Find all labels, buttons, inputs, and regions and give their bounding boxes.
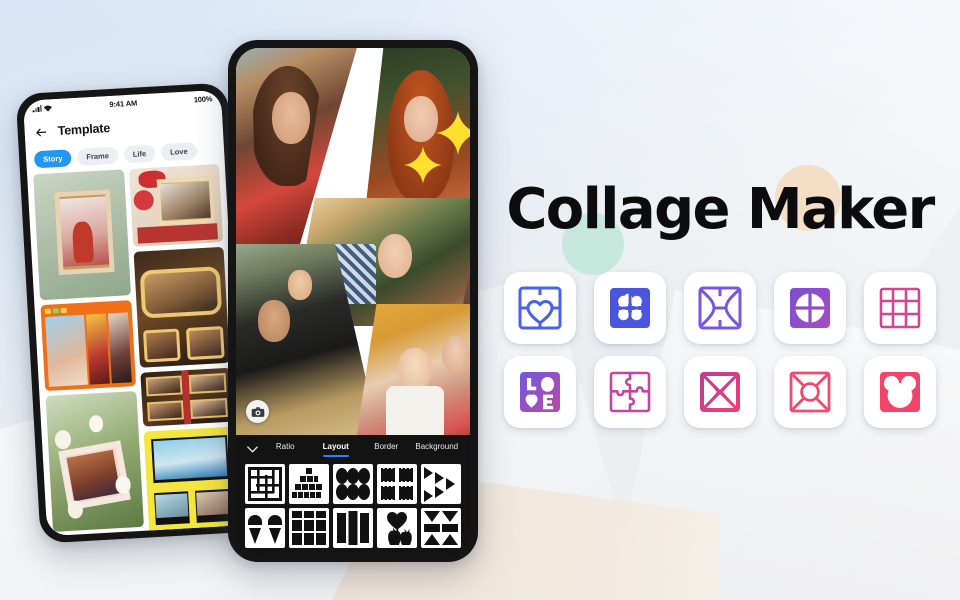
collage-piece-mother-face xyxy=(378,234,412,278)
tile-circle-quad-collage[interactable] xyxy=(774,272,846,344)
collage-canvas[interactable] xyxy=(236,48,470,435)
layout-four-stamps-icon xyxy=(381,466,413,502)
collage-piece-redhead-face xyxy=(404,96,438,142)
collage-piece-curly-face xyxy=(272,92,310,144)
nine-grid-collage-icon xyxy=(879,287,921,329)
phone-main-screen: Ratio Layout Border Background xyxy=(236,48,470,554)
circle-in-square-collage-icon xyxy=(789,371,831,413)
tile-four-leaf-clover-collage[interactable] xyxy=(594,272,666,344)
tab-layout[interactable]: Layout xyxy=(311,442,362,457)
pinwheel-collage-icon xyxy=(700,372,740,412)
tile-nine-grid-collage[interactable] xyxy=(864,272,936,344)
template-card[interactable] xyxy=(45,391,144,532)
tile-bear-head-collage[interactable] xyxy=(864,356,936,428)
heart-grid-collage-icon xyxy=(518,286,562,330)
chip-frame[interactable]: Frame xyxy=(76,146,119,166)
chip-love[interactable]: Love xyxy=(160,142,198,162)
layout-nine-cells-icon xyxy=(292,511,326,545)
phone-left-template-screen: 9:41 AM 100% Template Story Frame Life L… xyxy=(15,82,253,544)
template-card[interactable] xyxy=(133,246,230,368)
layout-pyramid-stack-icon xyxy=(292,468,322,498)
layout-two-ice-cream-icon xyxy=(248,515,282,544)
collage-piece-toddler-face xyxy=(288,270,312,300)
layout-thumb-four-stamps[interactable] xyxy=(377,464,417,504)
bear-head-collage-icon xyxy=(880,372,920,412)
tab-border[interactable]: Border xyxy=(361,442,412,457)
phone-main-editor-screen: Ratio Layout Border Background xyxy=(228,40,478,562)
tile-heart-grid-collage[interactable] xyxy=(504,272,576,344)
signal-bars-icon xyxy=(32,104,43,113)
feature-icon-grid xyxy=(490,272,950,428)
collage-piece-father-face xyxy=(258,300,290,342)
tile-circle-in-square-collage[interactable] xyxy=(774,356,846,428)
screenshot-stage: Collage Maker 9:41 AM 100% Template Stor… xyxy=(0,0,960,600)
layout-thumb-triangle-fan[interactable] xyxy=(421,464,461,504)
editor-toolbar: Ratio Layout Border Background xyxy=(236,435,470,554)
template-column-left xyxy=(33,169,146,537)
layout-thumb-nine-cells[interactable] xyxy=(289,508,329,548)
love-text-collage-icon xyxy=(520,372,560,412)
layout-three-columns-icon xyxy=(337,511,369,545)
tab-ratio[interactable]: Ratio xyxy=(260,442,311,457)
status-left xyxy=(32,104,53,113)
camera-button[interactable] xyxy=(246,400,269,423)
tab-background[interactable]: Background xyxy=(412,442,463,457)
camera-icon xyxy=(251,406,264,417)
four-leaf-clover-collage-icon xyxy=(610,288,650,328)
page-title: Collage Maker xyxy=(506,177,935,242)
layout-thumb-two-ice-cream[interactable] xyxy=(245,508,285,548)
layout-thumb-heart-cats[interactable] xyxy=(377,508,417,548)
tile-love-text-collage[interactable] xyxy=(504,356,576,428)
template-card[interactable] xyxy=(143,426,241,537)
collapse-editor-button[interactable] xyxy=(244,446,260,453)
layout-triangle-fan-icon xyxy=(424,467,455,502)
back-arrow-icon[interactable] xyxy=(34,125,48,139)
phone-left-screen: 9:41 AM 100% Template Story Frame Life L… xyxy=(22,89,246,537)
tile-pinwheel-collage[interactable] xyxy=(684,356,756,428)
layout-heart-cats-icon xyxy=(387,512,412,545)
layout-thumb-pyramid-stack[interactable] xyxy=(289,464,329,504)
template-card[interactable] xyxy=(139,367,234,427)
layout-thumb-three-columns[interactable] xyxy=(333,508,373,548)
template-column-right xyxy=(128,164,241,537)
chip-story[interactable]: Story xyxy=(33,149,72,169)
layout-thumb-woven-grid[interactable] xyxy=(245,464,285,504)
template-card[interactable] xyxy=(128,164,224,247)
tile-curved-four-panel-collage[interactable] xyxy=(684,272,756,344)
layout-thumb-six-ovals[interactable] xyxy=(333,464,373,504)
layout-thumbnail-grid xyxy=(236,457,470,554)
template-card[interactable] xyxy=(40,300,136,392)
layout-woven-grid-icon xyxy=(248,467,282,501)
status-battery: 100% xyxy=(193,94,213,105)
template-card[interactable] xyxy=(33,169,131,301)
layout-thumb-triangle-bands[interactable] xyxy=(421,508,461,548)
collage-piece-boy-shirt xyxy=(386,386,444,435)
wifi-icon xyxy=(44,105,53,112)
layout-six-ovals-icon xyxy=(336,468,370,500)
puzzle-collage-icon xyxy=(609,371,651,413)
sparkle-small xyxy=(404,146,442,184)
collage-piece-mother2-face xyxy=(442,336,470,372)
template-grid xyxy=(27,164,245,537)
circle-quad-collage-icon xyxy=(790,288,830,328)
app-bar-title: Template xyxy=(57,121,111,138)
tile-puzzle-collage[interactable] xyxy=(594,356,666,428)
layout-triangle-bands-icon xyxy=(424,511,458,545)
promo-panel: Collage Maker xyxy=(490,140,950,460)
chevron-down-icon xyxy=(246,446,258,453)
chip-life[interactable]: Life xyxy=(123,144,156,164)
curved-four-panel-collage-icon xyxy=(698,286,742,330)
editor-tab-row: Ratio Layout Border Background xyxy=(236,435,470,457)
collage-piece-boy-face xyxy=(398,348,432,390)
